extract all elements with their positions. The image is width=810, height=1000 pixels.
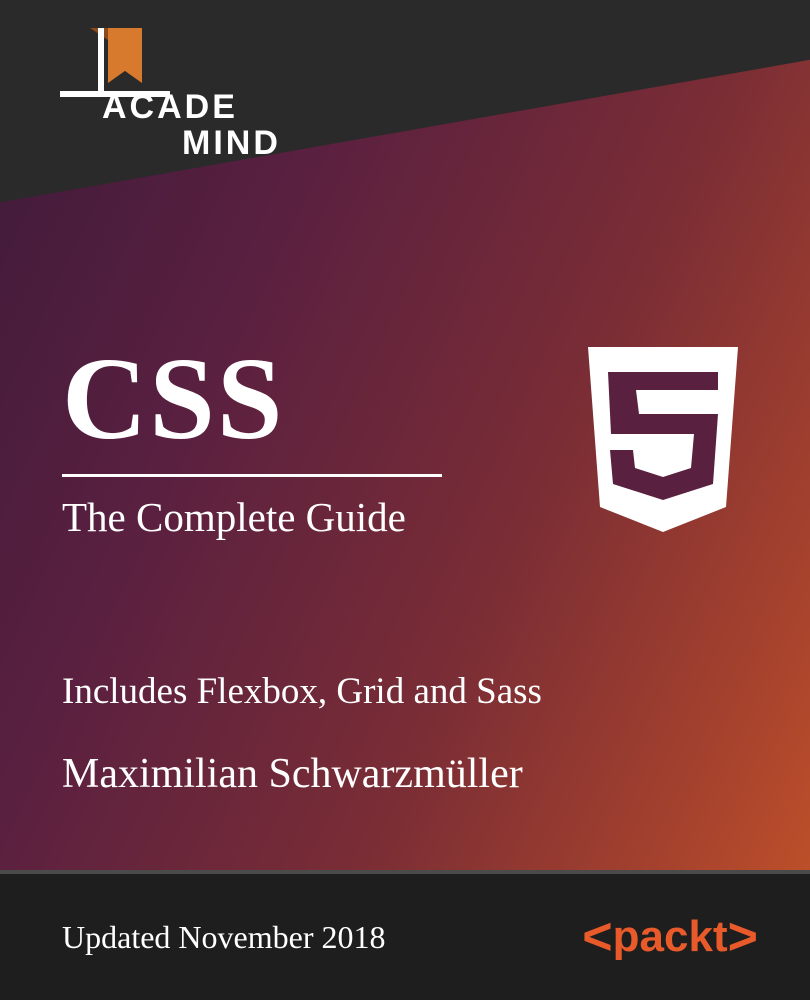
- academind-logo: ACADE MIND: [60, 28, 281, 161]
- angle-bracket-open-icon: <: [582, 907, 612, 967]
- main-title: CSS: [62, 340, 442, 458]
- book-cover: ACADE MIND CSS The Complete Guide Includ…: [0, 0, 810, 1000]
- title-rule: [62, 474, 442, 477]
- footer-bar: Updated November 2018 < packt >: [0, 870, 810, 1000]
- subtitle: The Complete Guide: [62, 493, 442, 541]
- academind-wordmark: ACADE MIND: [102, 90, 281, 161]
- logo-line2: MIND: [182, 126, 281, 162]
- css3-shield-icon: [578, 342, 748, 542]
- publisher-name: packt: [613, 912, 728, 962]
- bookmark-icon: [60, 28, 170, 98]
- title-block: CSS The Complete Guide: [62, 340, 748, 542]
- updated-date: Updated November 2018: [62, 919, 385, 956]
- angle-bracket-close-icon: >: [728, 907, 758, 967]
- includes-text: Includes Flexbox, Grid and Sass: [62, 670, 542, 713]
- author-name: Maximilian Schwarzmüller: [62, 750, 523, 798]
- packt-logo: < packt >: [582, 907, 758, 967]
